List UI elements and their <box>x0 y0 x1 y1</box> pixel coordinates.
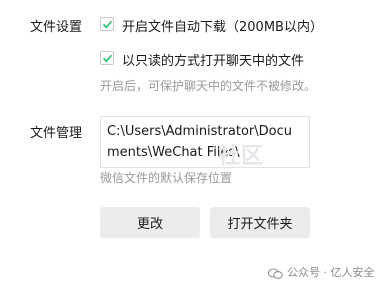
readonly-hint: 开启后，可保护聊天中的文件不被修改。 <box>100 79 317 93</box>
save-path-hint: 微信文件的默认保存位置 <box>100 171 233 185</box>
wechat-logo-icon <box>268 265 283 279</box>
open-folder-button[interactable]: 打开文件夹 <box>210 207 310 238</box>
watermark-text: 社区 <box>218 144 265 169</box>
check-icon <box>103 20 113 29</box>
auto-download-label[interactable]: 开启文件自动下载（200MB以内） <box>122 16 323 35</box>
readonly-label[interactable]: 以只读的方式打开聊天中的文件 <box>122 50 304 69</box>
file-management-label: 文件管理 <box>30 126 83 141</box>
file-settings-label: 文件设置 <box>30 20 83 35</box>
check-icon <box>103 54 113 63</box>
save-path-field[interactable]: C:\Users\Administrator\Documents\WeChat … <box>100 116 310 168</box>
readonly-checkbox[interactable] <box>100 51 114 65</box>
footer-account: 公众号 · 亿人安全 <box>287 266 375 279</box>
auto-download-checkbox[interactable] <box>100 17 114 31</box>
change-button[interactable]: 更改 <box>100 207 200 238</box>
